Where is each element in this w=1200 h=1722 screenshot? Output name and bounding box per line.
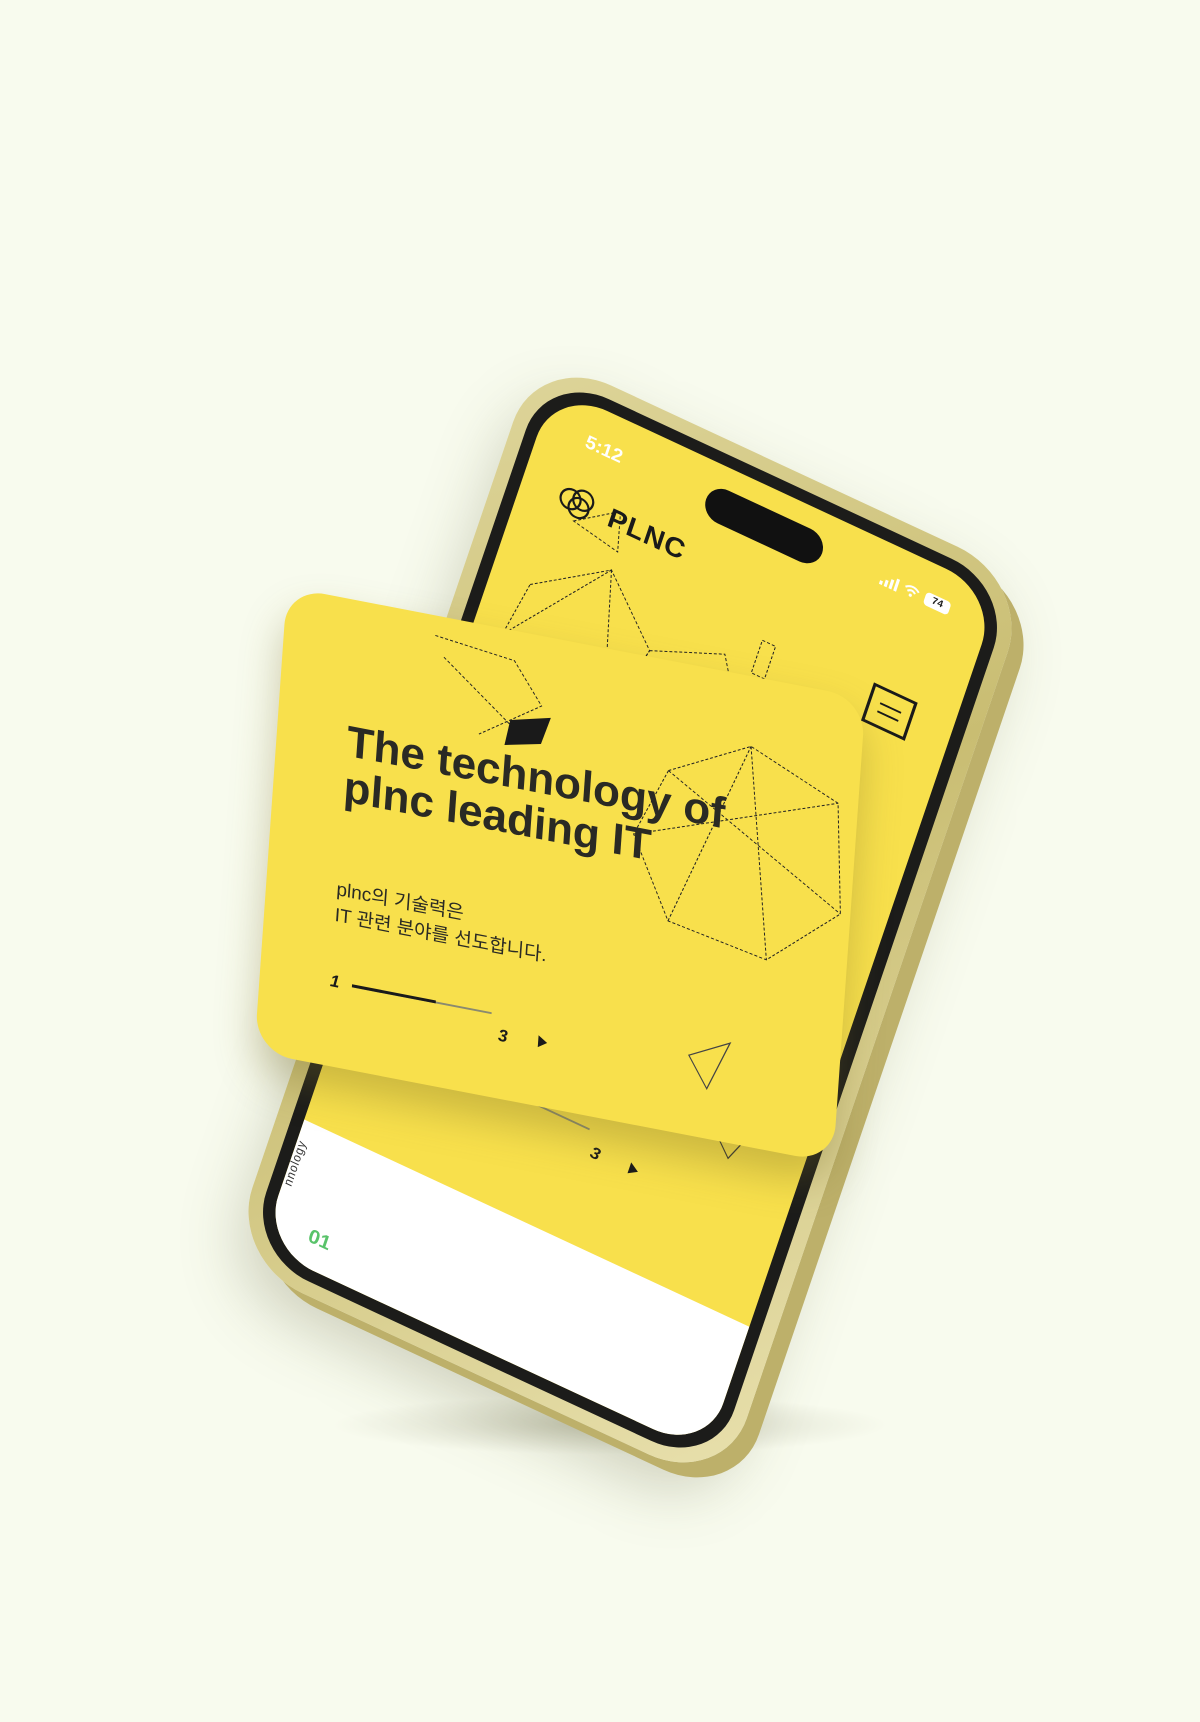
mockup-stage: 5:12 74 PLNC 3 nnology 01 The technology… bbox=[0, 0, 1200, 1722]
card-play-icon[interactable] bbox=[537, 1035, 548, 1049]
play-icon[interactable] bbox=[627, 1162, 640, 1178]
menu-icon-line bbox=[877, 709, 899, 722]
pager-total: 3 bbox=[587, 1142, 603, 1165]
card-pager-total: 3 bbox=[497, 1025, 509, 1047]
card-pager-current: 1 bbox=[329, 971, 341, 992]
